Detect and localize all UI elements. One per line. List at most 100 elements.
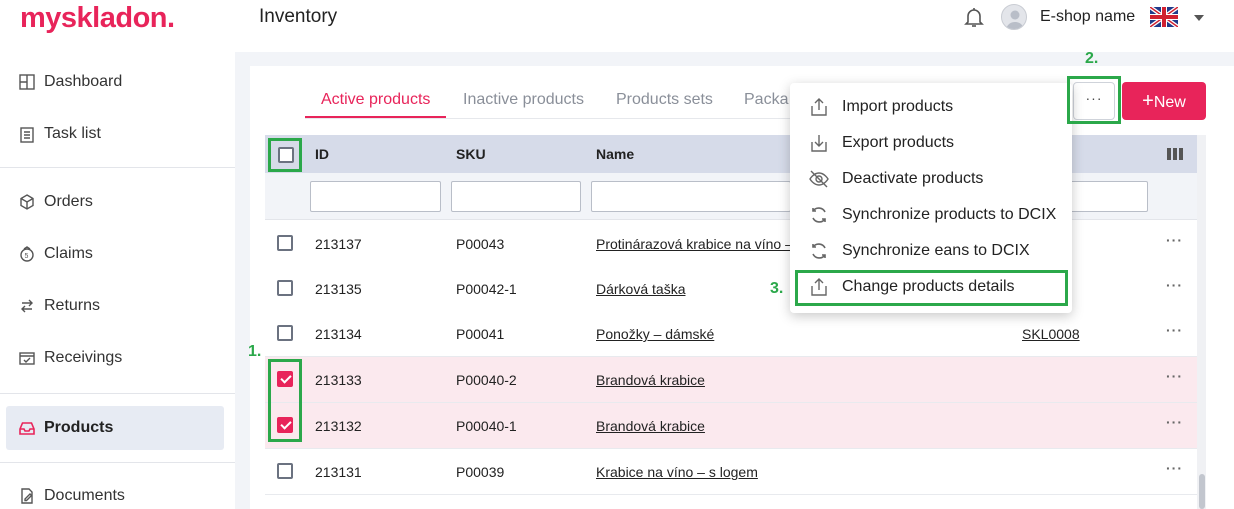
filter-id-input[interactable] — [310, 181, 441, 212]
cell-name-link[interactable]: Krabice na víno – s logem — [596, 464, 758, 480]
cube-icon — [20, 194, 34, 210]
sidebar-item-label: Claims — [44, 245, 93, 262]
columns-icon[interactable] — [1167, 148, 1183, 160]
logo-dot: . — [167, 2, 175, 34]
row-menu-button[interactable]: ··· — [1166, 322, 1183, 338]
menu-item-import-products[interactable]: Import products — [790, 89, 1072, 125]
cell-name-link[interactable]: Protinárazová krabice na víno – — [596, 236, 793, 252]
cell-sku: P00040-2 — [456, 372, 517, 388]
svg-text:5: 5 — [25, 253, 29, 260]
row-checkbox[interactable] — [277, 280, 293, 296]
menu-item-label: Synchronize products to DCIX — [842, 206, 1057, 223]
cell-id: 213134 — [315, 326, 362, 342]
tab-active-products[interactable]: Active products — [321, 91, 430, 109]
menu-item-export-products[interactable]: Export products — [790, 125, 1072, 161]
sidebar-item-label: Receivings — [44, 349, 123, 366]
sync-icon — [812, 207, 826, 223]
cell-id: 213133 — [315, 372, 362, 388]
sidebar-item-label: Dashboard — [44, 73, 123, 90]
user-icon — [1006, 10, 1024, 29]
sidebar-item-label: Products — [44, 419, 114, 436]
highlight-more-button — [1067, 76, 1121, 124]
sidebar-item-label: Task list — [44, 125, 101, 142]
cell-id: 213131 — [315, 464, 362, 480]
sidebar-item-returns[interactable]: Returns — [6, 284, 224, 328]
menu-item-deactivate-products[interactable]: Deactivate products — [790, 161, 1072, 197]
cell-sku: P00043 — [456, 236, 505, 252]
document-edit-icon — [21, 488, 33, 504]
cell-sku: P00042-1 — [456, 281, 517, 297]
cell-name-link[interactable]: Dárková taška — [596, 281, 685, 297]
row-checkbox[interactable] — [277, 325, 293, 341]
menu-item-sync-eans-dcix[interactable]: Synchronize eans to DCIX — [790, 233, 1072, 269]
highlight-change-details — [795, 270, 1068, 306]
download-icon — [811, 135, 827, 152]
new-product-button[interactable]: +New — [1122, 82, 1206, 120]
filter-name-input[interactable] — [591, 181, 791, 212]
row-menu-button[interactable]: ··· — [1166, 460, 1183, 476]
menu-item-sync-products-dcix[interactable]: Synchronize products to DCIX — [790, 197, 1072, 233]
row-checkbox[interactable] — [277, 463, 293, 479]
table-scrollbar[interactable] — [1197, 135, 1206, 509]
cell-id: 213132 — [315, 418, 362, 434]
sidebar-item-claims[interactable]: 5 Claims — [6, 232, 224, 276]
cell-sku: P00040-1 — [456, 418, 517, 434]
dashboard-icon — [19, 74, 35, 90]
claims-icon: 5 — [20, 246, 34, 262]
plus-icon: + — [1142, 90, 1154, 112]
row-menu-button[interactable]: ··· — [1166, 277, 1183, 293]
menu-item-label: Synchronize eans to DCIX — [842, 242, 1030, 259]
chevron-down-icon[interactable] — [1194, 15, 1204, 21]
scrollbar-thumb[interactable] — [1199, 474, 1205, 509]
sync-icon — [812, 243, 826, 259]
cell-name-link[interactable]: Ponožky – dámské — [596, 326, 714, 342]
row-checkbox[interactable] — [277, 235, 293, 251]
shop-name[interactable]: E-shop name — [1040, 8, 1135, 26]
logo[interactable]: myskladon. — [20, 2, 175, 35]
menu-item-label: Deactivate products — [842, 170, 984, 187]
sidebar-item-documents[interactable]: Documents — [6, 474, 224, 509]
tab-inactive-products[interactable]: Inactive products — [463, 91, 584, 109]
upload-icon — [811, 98, 827, 116]
table-row[interactable]: 213131 P00039 Krabice na víno – s logem … — [265, 449, 1197, 495]
cell-sku: P00039 — [456, 464, 505, 480]
active-tab-indicator — [305, 116, 446, 118]
row-menu-button[interactable]: ··· — [1166, 414, 1183, 430]
sidebar: Dashboard Task list Orders 5 Claims Retu… — [0, 52, 235, 509]
column-header-id[interactable]: ID — [315, 146, 329, 162]
sidebar-item-label: Documents — [44, 487, 125, 504]
step-3-label: 3. — [770, 280, 784, 297]
sidebar-item-orders[interactable]: Orders — [6, 180, 224, 224]
sidebar-item-products[interactable]: Products — [6, 406, 224, 450]
returns-icon — [21, 299, 33, 313]
cell-name-link[interactable]: Brandová krabice — [596, 372, 705, 388]
highlight-select-all — [268, 138, 302, 172]
table-row[interactable]: 213133 P00040-2 Brandová krabice ··· — [265, 357, 1197, 403]
cell-extra-link[interactable]: SKL0008 — [1022, 326, 1080, 342]
top-bar: myskladon. Inventory E-shop name — [0, 0, 1234, 52]
new-button-label: New — [1153, 94, 1186, 111]
highlight-selected-rows — [268, 359, 302, 442]
filter-sku-input[interactable] — [451, 181, 581, 212]
cell-name-link[interactable]: Brandová krabice — [596, 418, 705, 434]
cell-sku: P00041 — [456, 326, 505, 342]
sidebar-item-dashboard[interactable]: Dashboard — [6, 60, 224, 104]
tabs-divider — [305, 118, 790, 119]
table-row[interactable]: 213132 P00040-1 Brandová krabice ··· — [265, 403, 1197, 449]
column-header-sku[interactable]: SKU — [456, 146, 486, 162]
sidebar-item-task-list[interactable]: Task list — [6, 112, 224, 156]
clipboard-icon — [20, 127, 34, 143]
tab-products-sets[interactable]: Products sets — [616, 91, 713, 109]
bell-icon[interactable] — [962, 5, 986, 29]
menu-item-label: Export products — [842, 134, 955, 151]
column-header-name[interactable]: Name — [596, 146, 634, 162]
tab-packages[interactable]: Packa — [744, 91, 788, 109]
uk-flag-icon[interactable] — [1150, 7, 1178, 27]
sidebar-item-label: Orders — [44, 193, 93, 210]
sidebar-item-receivings[interactable]: Receivings — [6, 336, 224, 380]
avatar[interactable] — [1001, 4, 1027, 30]
row-menu-button[interactable]: ··· — [1166, 368, 1183, 384]
table-row[interactable]: 213134 P00041 Ponožky – dámské SKL0008 ·… — [265, 311, 1197, 357]
divider — [0, 393, 235, 394]
row-menu-button[interactable]: ··· — [1166, 232, 1183, 248]
